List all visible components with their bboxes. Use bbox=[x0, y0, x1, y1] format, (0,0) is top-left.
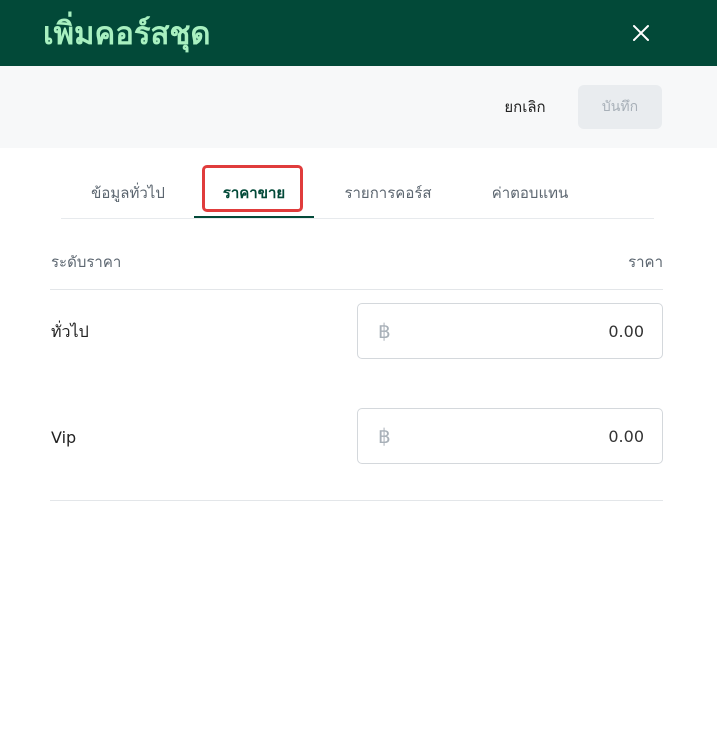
cancel-button[interactable]: ยกเลิก bbox=[490, 87, 560, 127]
save-button[interactable]: บันทึก bbox=[578, 85, 662, 129]
tabs-divider bbox=[61, 218, 654, 219]
page-title: เพิ่มคอร์สชุด bbox=[43, 16, 211, 52]
header-divider bbox=[50, 289, 663, 290]
close-icon bbox=[633, 25, 649, 41]
tab-selling-price[interactable]: ราคาขาย bbox=[194, 168, 314, 218]
baht-icon: ฿ bbox=[378, 319, 391, 343]
baht-icon: ฿ bbox=[378, 424, 391, 448]
row-label-vip: Vip bbox=[51, 428, 77, 447]
tab-course-list[interactable]: รายการคอร์ส bbox=[326, 168, 450, 218]
price-input-vip[interactable] bbox=[444, 423, 644, 449]
price-input-general[interactable] bbox=[444, 318, 644, 344]
row-label-general: ทั่วไป bbox=[51, 322, 89, 341]
column-header-price: ราคา bbox=[628, 253, 663, 271]
tab-general-info[interactable]: ข้อมูลทั่วไป bbox=[70, 168, 186, 218]
table-bottom-divider bbox=[50, 500, 663, 501]
active-tab-indicator bbox=[194, 216, 314, 218]
price-field-vip[interactable]: ฿ bbox=[357, 408, 663, 464]
column-header-price-level: ระดับราคา bbox=[51, 253, 122, 271]
close-button[interactable] bbox=[624, 16, 658, 50]
price-field-general[interactable]: ฿ bbox=[357, 303, 663, 359]
tab-compensation[interactable]: ค่าตอบแทน bbox=[470, 168, 590, 218]
modal-header: เพิ่มคอร์สชุด bbox=[0, 0, 717, 66]
